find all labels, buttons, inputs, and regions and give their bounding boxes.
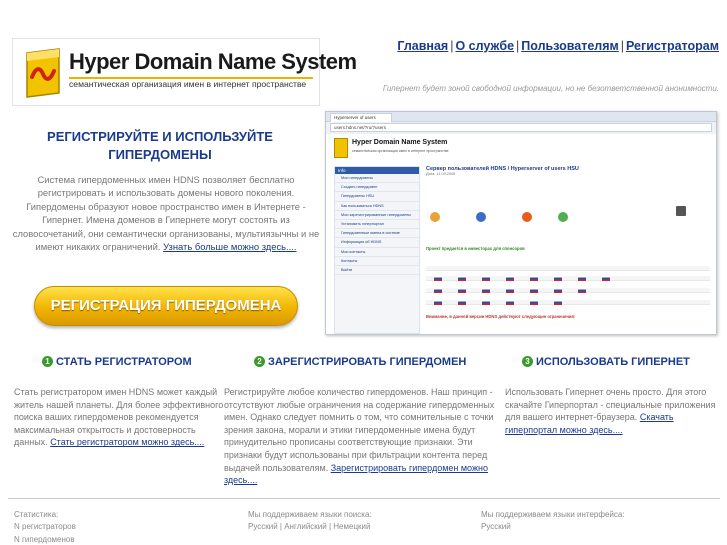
screenshot-sidebar-item: Гипердомены HSU: [335, 192, 419, 202]
screenshot-sidebar-item: Информация об HDNS: [335, 238, 419, 248]
logo-title: Hyper Domain Name System: [69, 49, 357, 74]
tagline: Гипернет будет зоной свободной информаци…: [382, 84, 719, 93]
footer-search-languages: Мы поддерживаем языки поиска: Русский | …: [248, 509, 372, 534]
screenshot-sidebar-item: Как пользоваться HDNS: [335, 202, 419, 211]
screenshot-sidebar-item: Контакты: [335, 257, 419, 266]
screenshot-browser-icon: [522, 212, 532, 222]
interface-languages-list: Русский: [481, 522, 511, 532]
feature-use-description: Использовать Гипернет очень просто. Для …: [505, 387, 716, 423]
screenshot-url-bar: users.hdns.net/?ru/?users: [330, 123, 712, 132]
feature-register-title: 2 ЗАРЕГИСТРИРОВАТЬ ГИПЕРДОМЕН: [254, 356, 466, 368]
step-number-icon: 3: [522, 356, 533, 367]
footer-divider: [8, 498, 720, 499]
screenshot-table-row: [426, 288, 710, 293]
stats-title: Статистика:: [14, 510, 59, 519]
screenshot-sidebar-item: Гипердоменные имена в системе: [335, 229, 419, 239]
stats-registrars: N регистраторов: [14, 522, 76, 532]
step-number-icon: 1: [42, 356, 53, 367]
screenshot-tabbar: Hyperserver of users: [326, 112, 716, 122]
screenshot-table-row: [426, 300, 710, 305]
screenshot-sidebar-item: Мои гипердомены: [335, 174, 419, 184]
screenshot-logo-title: Hyper Domain Name System: [352, 139, 448, 146]
top-navigation: Главная | О службе | Пользователям | Регистрат…: [397, 39, 719, 53]
feature-register-description: Регистрируйте любое количество гипердоме…: [224, 387, 495, 473]
site-screenshot: Hyperserver of users users.hdns.net/?ru/…: [325, 111, 717, 335]
stats-hyperdomains: N гипердоменов: [14, 534, 75, 544]
step-number-icon: 2: [254, 356, 265, 367]
screenshot-table-row: [426, 266, 710, 271]
nav-separator: |: [450, 39, 454, 53]
screenshot-red-note: Внимание, в данной версии HDNS действуют…: [426, 314, 576, 319]
feature-use-title: 3 ИСПОЛЬЗОВАТЬ ГИПЕРНЕТ: [522, 356, 690, 368]
screenshot-sidebar-item: Выйти: [335, 266, 419, 276]
feature-register-heading: ЗАРЕГИСТРИРОВАТЬ ГИПЕРДОМЕН: [268, 356, 467, 368]
screenshot-sidebar: Info Мои гипердомены Создать гипердомен …: [334, 166, 420, 334]
site-logo[interactable]: Hyper Domain Name System семантическая о…: [12, 38, 357, 106]
become-registrar-link[interactable]: Стать регистратором можно здесь....: [50, 437, 204, 447]
promo-title: РЕГИСТРИРУЙТЕ И ИСПОЛЬЗУЙТЕ ГИПЕРДОМЕНЫ: [47, 129, 273, 162]
register-hyperdomain-button[interactable]: РЕГИСТРАЦИЯ ГИПЕРДОМЕНА: [34, 286, 298, 326]
screenshot-sidebar-item: Мои контакты: [335, 248, 419, 257]
learn-more-link[interactable]: Узнать больше можно здесь....: [163, 241, 296, 252]
feature-registrar-title: 1 СТАТЬ РЕГИСТРАТОРОМ: [42, 356, 192, 368]
feature-registrar-heading: СТАТЬ РЕГИСТРАТОРОМ: [56, 356, 192, 368]
screenshot-green-note: Проект предается в инвесторах для спонсо…: [426, 246, 525, 251]
screenshot-logo-subtitle: семантическая организация имен в интерне…: [352, 149, 449, 153]
screenshot-sidebar-header: Info: [335, 167, 419, 174]
screenshot-sidebar-item: Установить гиперпортал: [335, 220, 419, 230]
screenshot-browser-icon: [476, 212, 486, 222]
footer-interface-languages: Мы поддерживаем языки интерфейса: Русски…: [481, 509, 625, 534]
nav-link-about[interactable]: О службе: [455, 39, 514, 53]
feature-use-heading: ИСПОЛЬЗОВАТЬ ГИПЕРНЕТ: [536, 356, 690, 368]
screenshot-main: Сервер пользователей HDNS / Hyperserver …: [426, 166, 710, 334]
screenshot-logo-mark-icon: [334, 138, 348, 158]
nav-link-registrars[interactable]: Регистраторам: [626, 39, 719, 53]
nav-link-users[interactable]: Пользователям: [521, 39, 619, 53]
screenshot-main-date: Дата: 11.09.2008: [426, 172, 456, 176]
screenshot-tab: Hyperserver of users: [330, 113, 392, 122]
logo-subtitle: семантическая организация имен в интерне…: [69, 79, 307, 89]
nav-separator: |: [516, 39, 520, 53]
search-languages-list: Русский | Английский | Немецкий: [248, 522, 371, 532]
logo-mark-icon: [26, 48, 60, 98]
screenshot-logo: Hyper Domain Name System семантическая о…: [334, 138, 449, 160]
search-languages-title: Мы поддерживаем языки поиска:: [248, 510, 372, 519]
screenshot-browser-icon: [676, 206, 686, 216]
screenshot-browser-icon: [558, 212, 568, 222]
screenshot-browser-icon: [430, 212, 440, 222]
interface-languages-title: Мы поддерживаем языки интерфейса:: [481, 510, 625, 519]
promo-text: Система гипердоменных имен HDNS позволяе…: [12, 173, 320, 253]
screenshot-sidebar-item: Создать гипердомен: [335, 183, 419, 193]
screenshot-body: Hyper Domain Name System семантическая о…: [326, 134, 716, 334]
feature-registrar-text: Стать регистратором имен HDNS может кажд…: [14, 386, 226, 449]
nav-link-home[interactable]: Главная: [397, 39, 448, 53]
screenshot-sidebar-item: Мои зарегистрированные гипердомены: [335, 211, 419, 220]
screenshot-table-row: [426, 276, 710, 281]
footer-statistics: Статистика: N регистраторов N гипердомен…: [14, 509, 76, 545]
feature-register-text: Регистрируйте любое количество гипердоме…: [224, 386, 502, 487]
nav-separator: |: [620, 39, 625, 53]
feature-use-text: Использовать Гипернет очень просто. Для …: [505, 386, 717, 436]
